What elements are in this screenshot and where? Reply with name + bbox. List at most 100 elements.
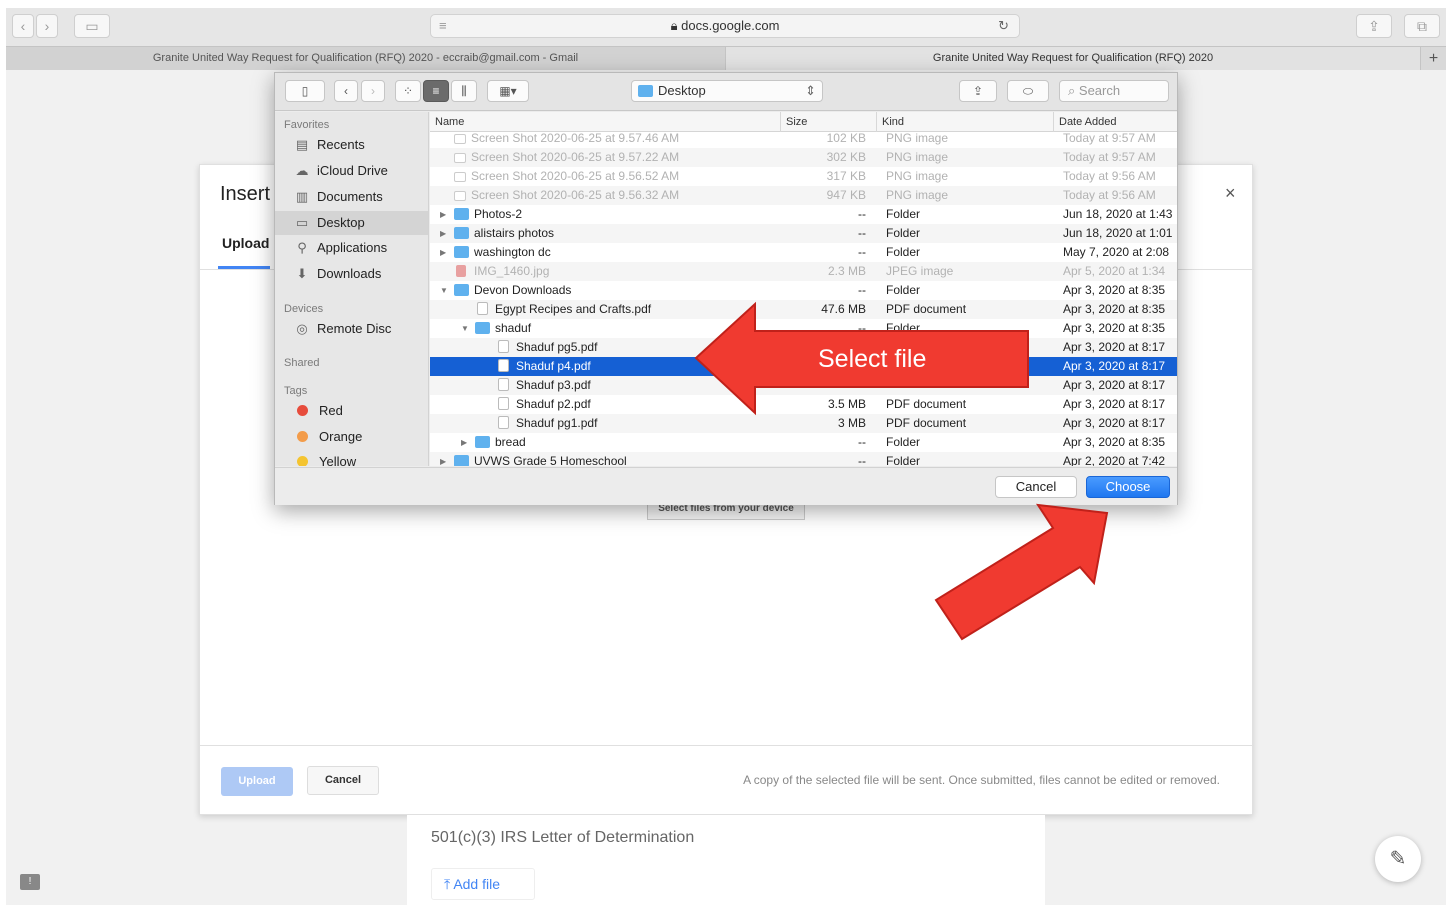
file-kind: Folder [886,454,921,466]
tab-upload[interactable]: Upload [222,235,269,251]
sidebar-heading: Tags [284,385,308,397]
file-date: Apr 3, 2020 at 8:35 [1063,302,1166,316]
file-size: -- [858,226,866,240]
folder-icon [454,227,469,239]
upload-button[interactable]: Upload [221,767,293,796]
file-row[interactable]: ▶ bread -- Folder Apr 3, 2020 at 8:35 [430,433,1177,452]
cancel-button[interactable]: Cancel [995,476,1077,498]
file-row[interactable]: ▶ washington dc -- Folder May 7, 2020 at 2:0… [430,243,1177,262]
picker-footer: Cancel Choose [275,467,1177,505]
file-name: IMG_1460.jpg [454,262,780,281]
image-file-icon [454,191,466,201]
group-view-icon[interactable]: ▦▾ [487,80,529,102]
file-name: alistairs photos [454,224,780,243]
image-file-icon [454,153,466,163]
file-name: Photos-2 [454,205,780,224]
sidebar-item-downloads[interactable]: ⬇ Downloads [275,262,428,286]
sidebar-tag-red[interactable]: Red [275,399,428,423]
sidebar-item-recents[interactable]: ▤ Recents [275,133,428,157]
tag-dot-icon [297,456,308,466]
feedback-icon[interactable]: ! [20,874,40,890]
file-row[interactable]: ▶ UVWS Grade 5 Homeschool -- Folder Apr 2, 2… [430,452,1177,466]
file-row[interactable]: Shaduf p2.pdf 3.5 MB PDF document Apr 3, 20… [430,395,1177,414]
sidebar-tag-orange[interactable]: Orange [275,425,428,449]
file-row[interactable]: Shaduf pg1.pdf 3 MB PDF document Apr 3, 202… [430,414,1177,433]
disclosure-closed-icon[interactable]: ▶ [440,224,446,243]
pdf-file-icon [498,340,509,353]
file-date: Apr 2, 2020 at 7:42 [1063,454,1166,466]
file-row[interactable]: Shaduf p4.pdf Apr 3, 2020 at 8:17 [430,357,1177,376]
sidebar-toggle-icon[interactable]: ▭ [74,14,110,38]
sidebar-heading: Shared [284,357,320,369]
back-icon[interactable]: ‹ [334,80,358,102]
file-row[interactable]: ▼ shaduf -- Folder Apr 3, 2020 at 8:35 [430,319,1177,338]
disclosure-open-icon[interactable]: ▼ [440,281,448,300]
document-icon: ▥ [295,189,309,204]
sidebar-toggle-icon[interactable]: ▯ [285,80,325,102]
search-input[interactable]: ⌕ Search [1059,80,1169,102]
icon-view-icon[interactable]: ⁘ [395,80,421,102]
file-size: 47.6 MB [821,302,866,316]
disclosure-closed-icon[interactable]: ▶ [461,433,467,452]
file-date: Apr 3, 2020 at 8:35 [1063,321,1166,335]
add-file-button[interactable]: ⤒ Add file [431,868,535,900]
forward-icon[interactable]: › [361,80,385,102]
share-icon[interactable]: ⇪ [1356,14,1392,38]
reload-icon[interactable]: ↻ [998,15,1009,37]
file-row[interactable]: Shaduf p3.pdf Apr 3, 2020 at 8:17 [430,376,1177,395]
folder-icon [475,436,490,448]
file-date: Jun 18, 2020 at 1:43 [1063,207,1173,221]
tab-gmail[interactable]: Granite United Way Request for Qualifica… [6,47,726,70]
tag-dot-icon [297,431,308,442]
share-icon[interactable]: ⇪ [959,80,997,102]
tabs-overview-icon[interactable]: ⧉ [1404,14,1440,38]
edit-icon[interactable]: ✎ [1375,836,1421,882]
sidebar-item-remote-disc[interactable]: ◎ Remote Disc [275,317,428,341]
column-view-icon[interactable]: ⫼ [451,80,477,102]
disclosure-open-icon[interactable]: ▼ [461,319,469,338]
pdf-file-icon [498,378,509,391]
file-row[interactable]: Egypt Recipes and Crafts.pdf 47.6 MB PDF d… [430,300,1177,319]
file-date: Apr 3, 2020 at 8:17 [1063,359,1166,373]
recents-icon: ▤ [295,137,309,152]
folder-icon [475,322,490,334]
close-icon[interactable]: × [1225,183,1236,204]
location-popup[interactable]: Desktop ⇕ [631,80,823,102]
folder-icon [454,284,469,296]
file-kind: Folder [886,321,921,335]
file-row[interactable]: ▼ Devon Downloads -- Folder Apr 3, 2020 at 8… [430,281,1177,300]
reader-icon[interactable]: ≡ [439,15,447,37]
choose-button[interactable]: Choose [1086,476,1170,498]
sidebar-item-icloud[interactable]: ☁ iCloud Drive [275,159,428,183]
tab-form[interactable]: Granite United Way Request for Qualifica… [726,47,1420,70]
file-row[interactable]: Screen Shot 2020-06-25 at 9.57.46 AM 102 … [430,129,1177,148]
file-kind: Folder [886,435,921,449]
pdf-file-icon [498,397,509,410]
tag-icon[interactable]: ⬭ [1007,80,1049,102]
sidebar-item-desktop[interactable]: ▭ Desktop [275,211,428,235]
list-view-icon[interactable]: ≡ [423,80,449,102]
new-tab-button[interactable]: + [1420,47,1446,70]
disclosure-closed-icon[interactable]: ▶ [440,243,446,262]
sidebar-item-documents[interactable]: ▥ Documents [275,185,428,209]
back-icon[interactable]: ‹ [12,14,34,38]
file-picker-sheet: ▯ ‹ › ⁘ ≡ ⫼ ▦▾ Desktop ⇕ ⇪ ⬭ ⌕ Search Fa… [274,72,1178,505]
sidebar-tag-yellow[interactable]: Yellow [275,450,428,466]
applications-icon: ⚲ [297,240,307,255]
file-kind: PDF document [886,302,967,316]
disclosure-closed-icon[interactable]: ▶ [440,452,446,466]
file-row[interactable]: Shaduf pg5.pdf Apr 3, 2020 at 8:17 [430,338,1177,357]
file-row[interactable]: Screen Shot 2020-06-25 at 9.56.32 AM 947 … [430,186,1177,205]
forward-icon[interactable]: › [36,14,58,38]
file-row[interactable]: IMG_1460.jpg 2.3 MB JPEG image Apr 5, 2020 … [430,262,1177,281]
file-row[interactable]: Screen Shot 2020-06-25 at 9.56.52 AM 317 … [430,167,1177,186]
file-row[interactable]: ▶ alistairs photos -- Folder Jun 18, 2020 at… [430,224,1177,243]
address-bar[interactable]: 🔒︎ docs.google.com ↻ ≡ [430,14,1020,38]
disclosure-closed-icon[interactable]: ▶ [440,205,446,224]
file-row[interactable]: ▶ Photos-2 -- Folder Jun 18, 2020 at 1:43 [430,205,1177,224]
dialog-cancel-button[interactable]: Cancel [307,766,379,795]
file-size: -- [858,283,866,297]
picker-toolbar: ▯ ‹ › ⁘ ≡ ⫼ ▦▾ Desktop ⇕ ⇪ ⬭ ⌕ Search [275,73,1177,111]
file-row[interactable]: Screen Shot 2020-06-25 at 9.57.22 AM 302 … [430,148,1177,167]
sidebar-item-applications[interactable]: ⚲ Applications [275,236,428,260]
